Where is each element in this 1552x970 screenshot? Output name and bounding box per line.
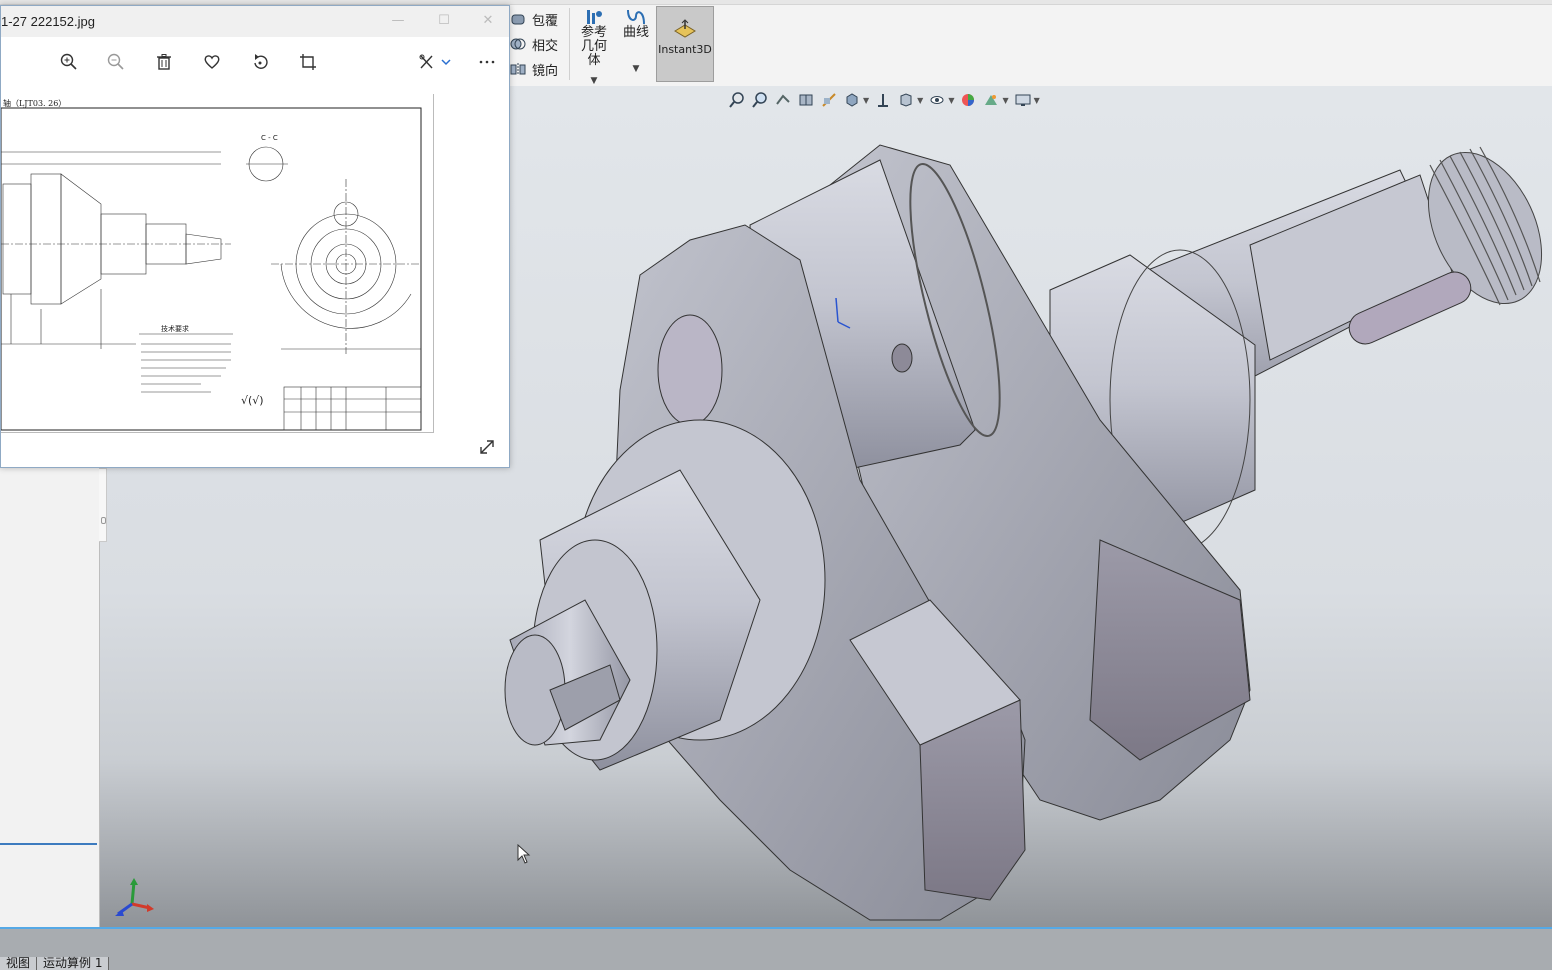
eye-icon[interactable] <box>928 91 946 109</box>
panel-divider-line <box>0 843 97 845</box>
section-view-icon[interactable] <box>797 91 815 109</box>
mirror-icon <box>510 63 526 75</box>
grip-icon <box>101 517 106 524</box>
section-label: C - C <box>261 134 278 142</box>
chevron-down-icon[interactable]: ▼ <box>917 96 923 105</box>
tab-model-view[interactable]: 视图 <box>0 957 38 970</box>
wrap-button[interactable]: 包覆 <box>510 8 558 30</box>
viewer-titlebar[interactable]: 1-27 222152.jpg — ☐ ✕ <box>1 6 509 37</box>
wrap-label: 包覆 <box>532 13 559 29</box>
more-icon[interactable] <box>476 51 498 73</box>
curves-label: 曲线 <box>622 25 649 40</box>
zoom-to-area-icon[interactable] <box>751 91 769 109</box>
zoom-to-fit-icon[interactable] <box>728 91 746 109</box>
fullscreen-expand-icon[interactable] <box>475 435 499 459</box>
zoom-in-icon[interactable] <box>58 51 80 73</box>
view-orientation-icon[interactable] <box>843 91 861 109</box>
reference-geometry-label: 参考几何体 <box>580 25 607 68</box>
dynamic-annotation-icon[interactable] <box>820 91 838 109</box>
chevron-down-icon[interactable]: ▼ <box>633 62 640 76</box>
delete-icon[interactable] <box>153 51 175 73</box>
hide-show-icon[interactable] <box>897 91 915 109</box>
favorite-icon[interactable] <box>201 51 223 73</box>
close-icon[interactable]: ✕ <box>479 12 497 30</box>
drawing-header: 轴（LJT03. 26） <box>3 99 67 108</box>
technical-notes-title: 技术要求 <box>161 325 189 333</box>
reference-triad-icon <box>115 878 154 916</box>
instant3d-label: Instant3D <box>658 43 712 56</box>
minimize-icon[interactable]: — <box>389 12 407 30</box>
panel-collapse-handle[interactable] <box>99 468 107 542</box>
wrap-icon <box>511 14 525 25</box>
apply-scene-icon[interactable] <box>982 91 1000 109</box>
chevron-down-icon[interactable]: ▼ <box>1034 96 1040 105</box>
ribbon-separator <box>569 8 570 80</box>
instant3d-button[interactable]: Instant3D <box>656 6 714 82</box>
bottom-tab-strip: 视图 运动算例 1 <box>0 957 110 970</box>
engineering-drawing-image[interactable]: 轴（LJT03. 26） C - C 技术要求 √(√) <box>1 94 434 433</box>
drawing-linework <box>1 107 422 431</box>
reference-geometry-icon <box>587 10 602 24</box>
roughness-symbol: √(√) <box>241 394 264 407</box>
crop-icon[interactable] <box>297 51 319 73</box>
chevron-down-icon[interactable]: ▼ <box>1002 96 1008 105</box>
reference-geometry-button[interactable]: 参考几何体 ▼ <box>575 8 613 88</box>
viewer-title: 1-27 222152.jpg <box>1 14 95 29</box>
chevron-down-icon[interactable] <box>439 51 453 73</box>
chevron-down-icon[interactable]: ▼ <box>948 96 954 105</box>
maximize-icon[interactable]: ☐ <box>435 12 453 30</box>
mirror-label: 镜向 <box>532 63 559 79</box>
zoom-out-icon[interactable] <box>105 51 127 73</box>
intersect-icon <box>510 38 526 50</box>
instant3d-icon <box>674 19 696 38</box>
heads-up-view-toolbar: ▼ ▼ ▼ ▼ ▼ <box>728 89 1040 111</box>
viewer-toolbar <box>1 37 509 87</box>
edit-appearance-icon[interactable] <box>959 91 977 109</box>
intersect-button[interactable]: 相交 <box>510 33 558 55</box>
chevron-down-icon[interactable]: ▼ <box>863 96 869 105</box>
previous-view-icon[interactable] <box>774 91 792 109</box>
curves-icon <box>627 9 645 25</box>
mouse-cursor-icon <box>517 844 531 864</box>
rotate-icon[interactable] <box>249 51 271 73</box>
intersect-label: 相交 <box>532 38 559 54</box>
curves-button[interactable]: 曲线 ▼ <box>622 8 650 76</box>
photo-viewer-window[interactable]: 1-27 222152.jpg — ☐ ✕ 轴（LJT03. 26） C - C… <box>0 5 510 468</box>
edit-icon[interactable] <box>416 51 438 73</box>
tab-motion-study[interactable]: 运动算例 1 <box>37 957 110 970</box>
display-style-icon[interactable] <box>874 91 892 109</box>
feature-manager-panel[interactable] <box>0 468 100 928</box>
view-settings-icon[interactable] <box>1014 91 1032 109</box>
bottom-bar <box>0 929 1552 970</box>
mirror-button[interactable]: 镜向 <box>510 58 558 80</box>
